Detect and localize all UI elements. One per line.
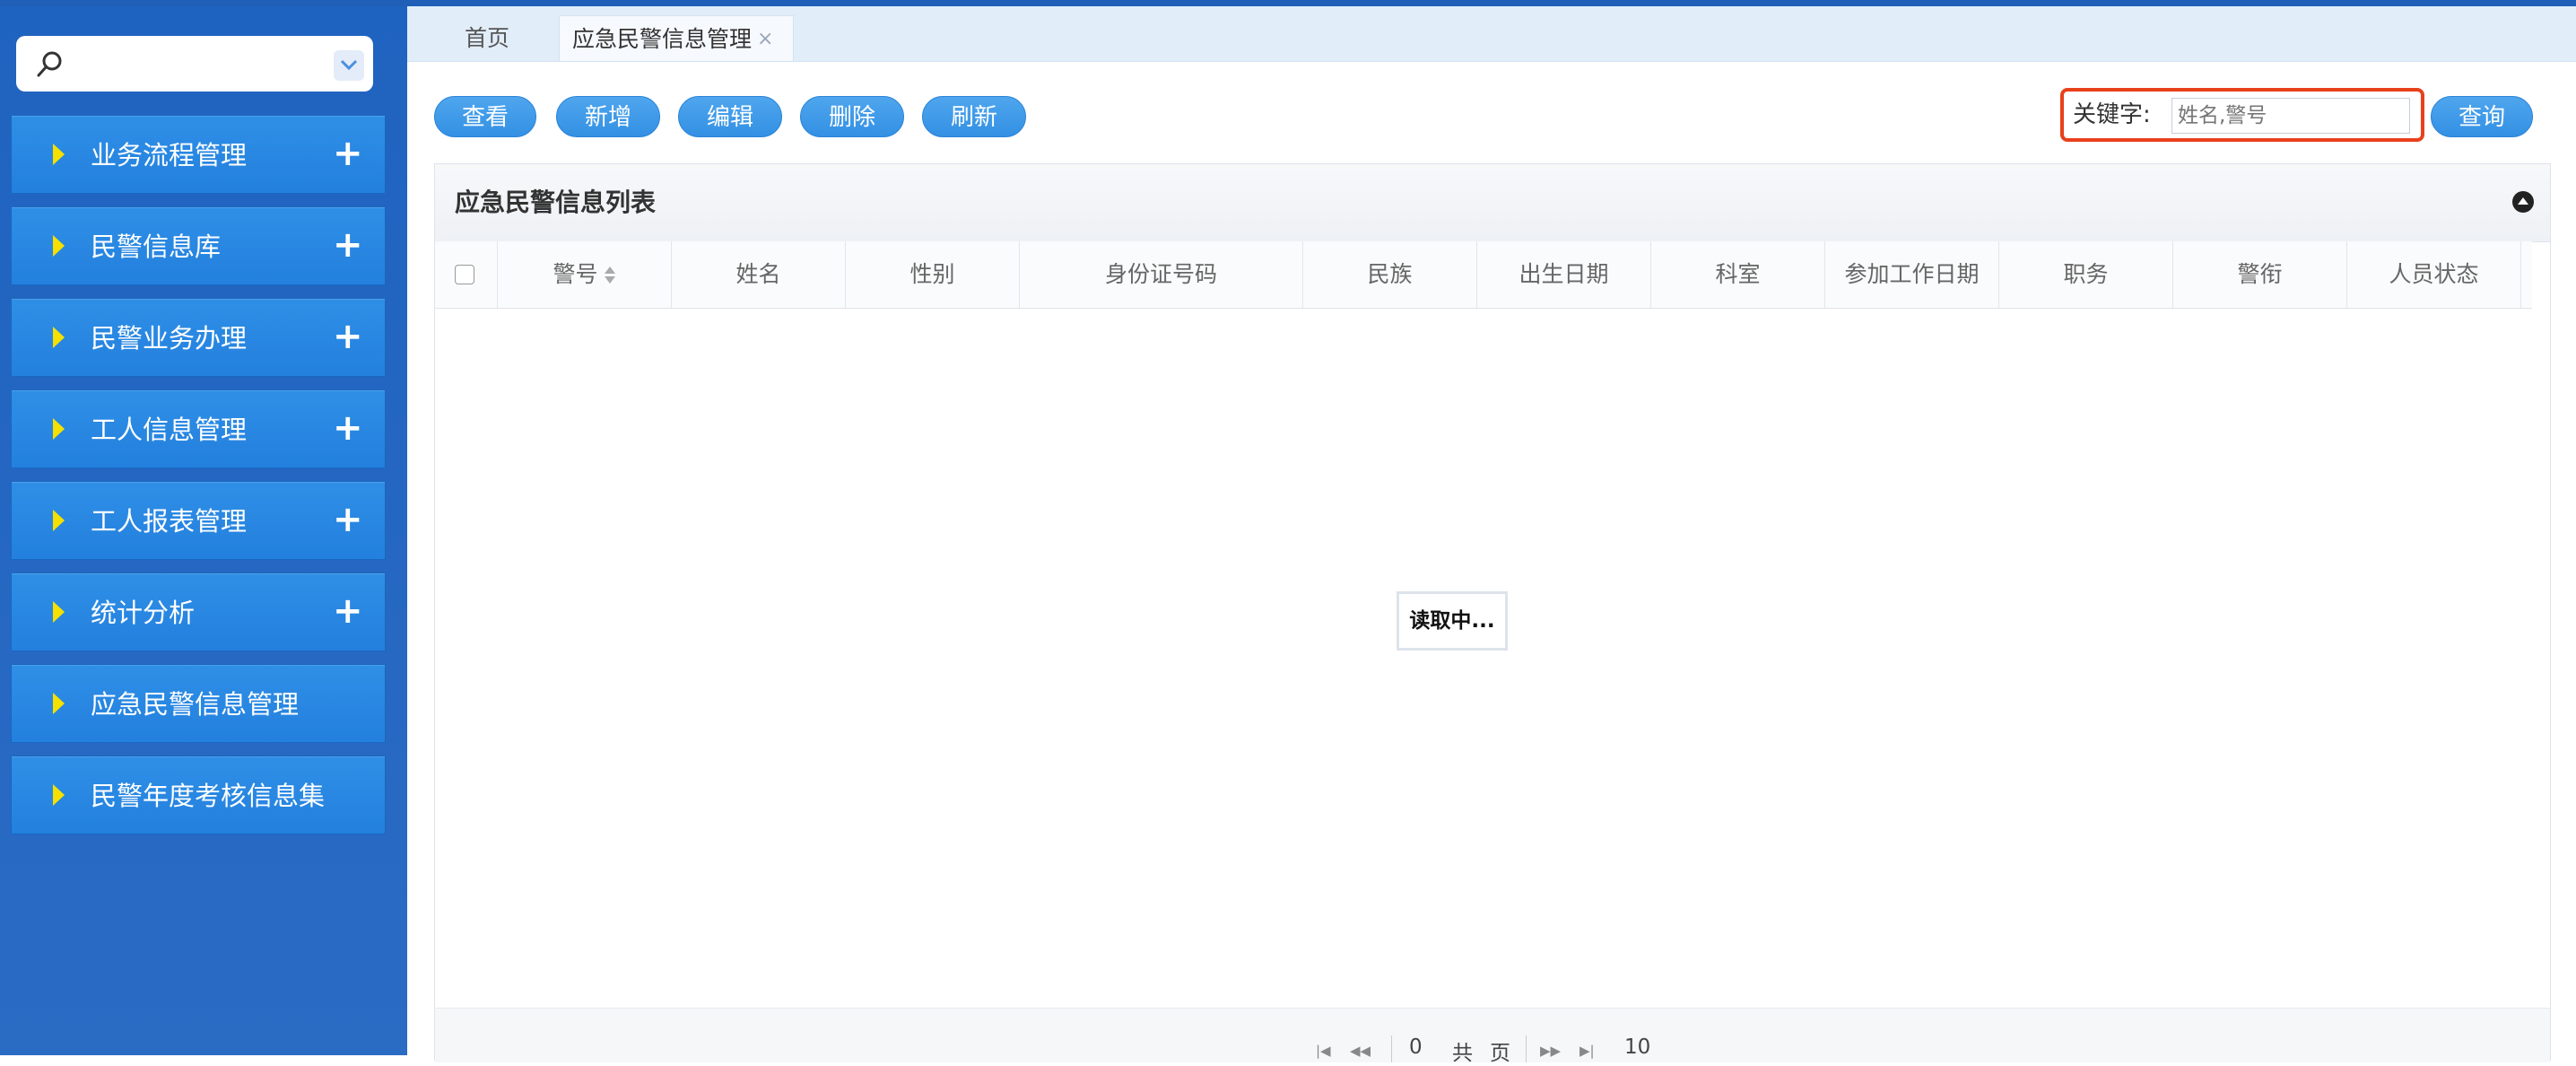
column-header-id-number[interactable]: 身份证号码 [1020, 241, 1303, 308]
total-label: 共 [1452, 1042, 1473, 1065]
edit-button[interactable]: 编辑 [678, 96, 782, 137]
sidebar-item-emergency-police[interactable]: 应急民警信息管理 [11, 664, 386, 743]
tab-bar: 首页 应急民警信息管理 × [407, 6, 2576, 62]
caret-right-icon [53, 693, 65, 714]
expand-icon[interactable]: + [333, 116, 363, 191]
keyword-search-group: 关键字: [2060, 88, 2424, 142]
column-header-rank[interactable]: 警衔 [2173, 241, 2347, 308]
first-page-icon[interactable]: |◀ [1316, 1043, 1331, 1059]
last-page-icon[interactable]: ▶| [1580, 1043, 1595, 1059]
select-all-checkbox[interactable] [455, 265, 474, 284]
query-button[interactable]: 查询 [2431, 96, 2533, 137]
sidebar-item-label: 工人报表管理 [91, 506, 248, 537]
tab-label: 应急民警信息管理 [572, 26, 753, 52]
refresh-button[interactable]: 刷新 [922, 96, 1026, 137]
sidebar: 业务流程管理 + 民警信息库 + 民警业务办理 + 工人信息管理 + 工人报表管… [0, 6, 407, 1055]
close-icon[interactable]: × [757, 16, 773, 62]
police-list-panel: 应急民警信息列表 警号 姓名 性别 身份证号码 民族 出生日期 科室 参加工作日… [434, 163, 2551, 1065]
sidebar-item-police-info[interactable]: 民警信息库 + [11, 206, 386, 285]
expand-icon[interactable]: + [333, 299, 363, 374]
pager-separator [1526, 1035, 1527, 1062]
tab-emergency-police[interactable]: 应急民警信息管理 × [559, 15, 794, 61]
sidebar-item-label: 应急民警信息管理 [91, 689, 300, 720]
select-all-cell [435, 241, 498, 308]
delete-button[interactable]: 删除 [800, 96, 904, 137]
search-dropdown-button[interactable] [334, 50, 364, 81]
column-header-department[interactable]: 科室 [1651, 241, 1825, 308]
column-header-status[interactable]: 人员状态 [2347, 241, 2521, 308]
column-header-birth-date[interactable]: 出生日期 [1477, 241, 1651, 308]
sidebar-item-label: 业务流程管理 [91, 140, 248, 170]
keyword-input[interactable] [2171, 98, 2410, 134]
top-bar [0, 0, 2576, 6]
sidebar-search[interactable] [16, 36, 373, 92]
expand-icon[interactable]: + [333, 482, 363, 557]
column-header-position[interactable]: 职务 [1999, 241, 2173, 308]
page-size-select[interactable]: 10 [1624, 1035, 1650, 1059]
prev-page-icon[interactable]: ◀◀ [1350, 1043, 1371, 1059]
search-icon [37, 51, 62, 77]
sidebar-item-worker-reports[interactable]: 工人报表管理 + [11, 481, 386, 560]
sidebar-item-annual-assessment[interactable]: 民警年度考核信息集 [11, 756, 386, 834]
next-page-icon[interactable]: ▶▶ [1540, 1043, 1561, 1059]
expand-icon[interactable]: + [333, 207, 363, 283]
sidebar-item-label: 民警年度考核信息集 [91, 781, 326, 811]
column-header-work-start-date[interactable]: 参加工作日期 [1825, 241, 1999, 308]
sidebar-item-label: 统计分析 [91, 598, 196, 628]
pagination-bar: |◀ ◀◀ 0 共 页 ▶▶ ▶| 10 [435, 1008, 2550, 1065]
caret-right-icon [53, 327, 65, 348]
chevron-down-icon [340, 59, 358, 71]
keyword-label: 关键字: [2073, 101, 2151, 128]
sidebar-item-statistics[interactable]: 统计分析 + [11, 572, 386, 651]
page-number-input[interactable]: 0 [1409, 1035, 1423, 1059]
sort-icon[interactable] [604, 266, 616, 284]
loading-indicator: 读取中... [1397, 591, 1508, 651]
sidebar-item-label: 民警业务办理 [91, 323, 248, 354]
sidebar-item-label: 工人信息管理 [91, 415, 248, 445]
tab-home[interactable]: 首页 [465, 15, 509, 61]
column-header-name[interactable]: 姓名 [672, 241, 846, 308]
panel-title: 应急民警信息列表 [455, 188, 657, 217]
caret-right-icon [53, 144, 65, 165]
pager-separator [1391, 1035, 1392, 1062]
add-button[interactable]: 新增 [556, 96, 660, 137]
column-header-ethnicity[interactable]: 民族 [1303, 241, 1477, 308]
panel-header: 应急民警信息列表 [435, 164, 2550, 242]
expand-icon[interactable]: + [333, 573, 363, 649]
caret-right-icon [53, 418, 65, 440]
table-header: 警号 姓名 性别 身份证号码 民族 出生日期 科室 参加工作日期 职务 警衔 人… [435, 241, 2532, 309]
caret-right-icon [53, 510, 65, 531]
column-header-badge-no[interactable]: 警号 [498, 241, 672, 308]
caret-right-icon [53, 235, 65, 257]
sidebar-item-worker-info[interactable]: 工人信息管理 + [11, 389, 386, 468]
expand-icon[interactable]: + [333, 390, 363, 466]
caret-right-icon [53, 601, 65, 623]
sidebar-item-police-business[interactable]: 民警业务办理 + [11, 298, 386, 377]
sidebar-item-label: 民警信息库 [91, 232, 222, 262]
column-header-gender[interactable]: 性别 [846, 241, 1020, 308]
sidebar-item-business-process[interactable]: 业务流程管理 + [11, 115, 386, 194]
collapse-icon[interactable] [2512, 191, 2534, 213]
caret-right-icon [53, 784, 65, 806]
page-unit-label: 页 [1490, 1042, 1510, 1065]
view-button[interactable]: 查看 [434, 96, 536, 137]
